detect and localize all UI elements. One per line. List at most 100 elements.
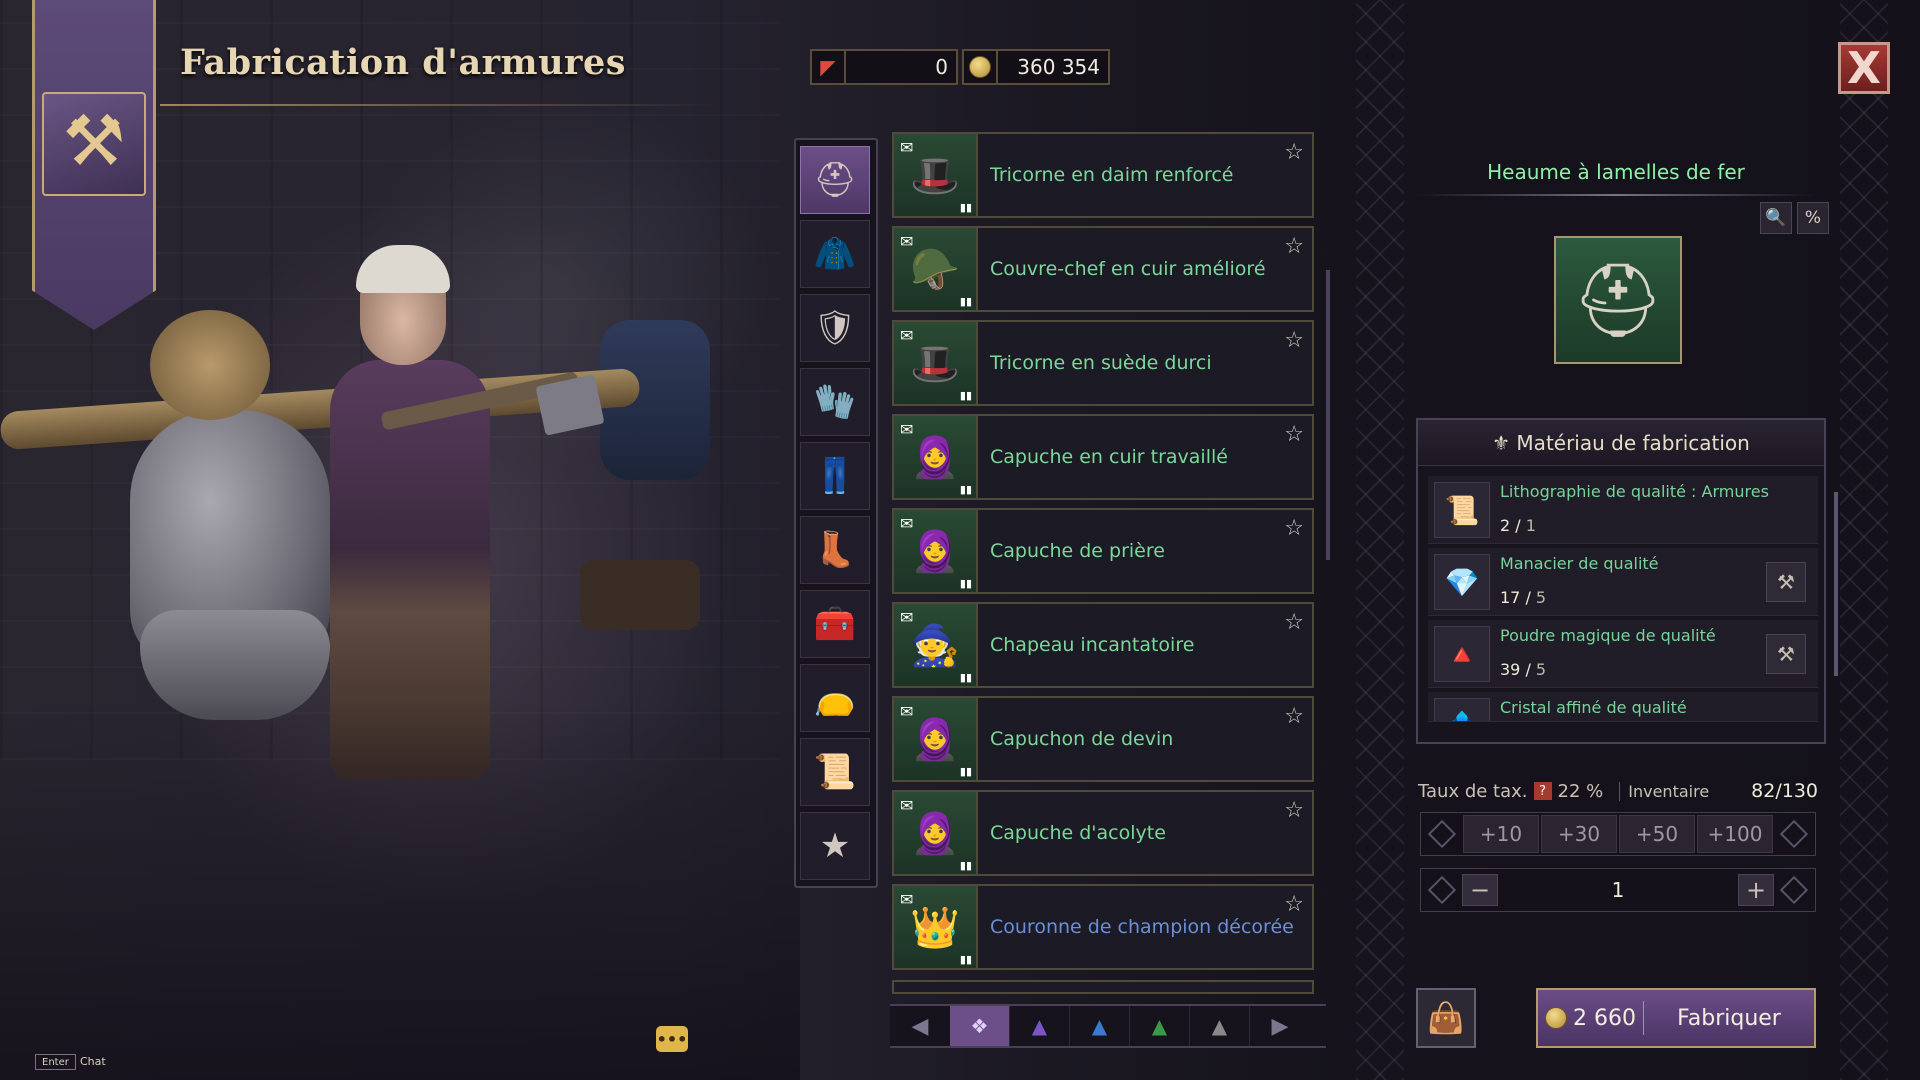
grade-filter-2[interactable]: ▲ <box>1070 1006 1130 1046</box>
recipe-name: Couvre-chef en cuir amélioré <box>990 258 1266 280</box>
crossed-tools-icon: ⚒ <box>62 100 126 182</box>
headgear-icon: 🪖 <box>910 246 960 293</box>
red-currency-value: 0 <box>935 55 948 79</box>
material-row[interactable]: 💠 Cristal affiné de qualité <box>1428 692 1818 722</box>
headgear-icon: 🎩 <box>910 152 960 199</box>
favorite-star-icon[interactable]: ☆ <box>1284 798 1304 823</box>
craft-material-hammer-icon[interactable]: ⚒ <box>1766 634 1806 674</box>
recipe-thumbnail: ✉ 🪖 ▮▮ <box>894 228 978 310</box>
material-glyph: 🔺 <box>1444 637 1480 671</box>
recipe-book-icon: ✉ <box>900 138 914 157</box>
material-name: Manacier de qualité <box>1500 554 1659 573</box>
favorite-star-icon[interactable]: ☆ <box>1284 140 1304 165</box>
category-tab-pants[interactable]: 👖 <box>800 442 870 510</box>
favorite-star-icon[interactable]: ☆ <box>1284 234 1304 259</box>
recipe-item[interactable]: ✉ 🧕 ▮▮ Capuche de prière ☆ <box>892 508 1314 594</box>
material-row[interactable]: 📜 Lithographie de qualité : Armures 2 / 1 <box>1428 476 1818 544</box>
favorite-star-icon[interactable]: ☆ <box>1284 610 1304 635</box>
material-row[interactable]: 💎 Manacier de qualité 17 / 5 ⚒ <box>1428 548 1818 616</box>
favorite-star-icon[interactable]: ☆ <box>1284 516 1304 541</box>
recipe-list-scrollbar[interactable] <box>1326 270 1330 560</box>
material-bag-button[interactable]: 👜 <box>1416 988 1476 1048</box>
quantity-increase-button[interactable]: + <box>1738 874 1774 906</box>
pouch-icon: 👝 <box>813 678 857 718</box>
favorite-star-icon[interactable]: ☆ <box>1284 892 1304 917</box>
favorite-star-icon[interactable]: ☆ <box>1284 422 1304 447</box>
recipe-book-icon: ✉ <box>900 326 914 345</box>
quantity-preset-button[interactable]: +100 <box>1697 815 1773 853</box>
recipe-item[interactable]: ✉ 🧙 ▮▮ Chapeau incantatoire ☆ <box>892 602 1314 688</box>
chest-armor-icon: 🛡 <box>813 308 857 348</box>
category-tab-pouch[interactable]: 👝 <box>800 664 870 732</box>
materials-scrollbar[interactable] <box>1834 492 1838 676</box>
category-tab-chest-armor[interactable]: 🛡 <box>800 294 870 362</box>
recipe-item[interactable]: ✉ 🪖 ▮▮ Couvre-chef en cuir amélioré ☆ <box>892 226 1314 312</box>
grade-filter-1[interactable]: ▲ <box>1010 1006 1070 1046</box>
material-need: 5 <box>1535 588 1547 607</box>
grade-filter-3[interactable]: ▲ <box>1130 1006 1190 1046</box>
category-tab-chest-box[interactable]: 🧰 <box>800 590 870 658</box>
chat-bubble-icon[interactable]: ••• <box>656 1026 688 1052</box>
recipe-book-icon: ✉ <box>900 514 914 533</box>
boots-display <box>580 560 700 630</box>
favorite-star-icon[interactable]: ☆ <box>1284 704 1304 729</box>
craft-material-hammer-icon[interactable]: ⚒ <box>1766 562 1806 602</box>
grade-next-arrow[interactable]: ▶ <box>1250 1006 1310 1046</box>
category-tab-cloak[interactable]: 🧥 <box>800 220 870 288</box>
quantity-value[interactable]: 1 <box>1498 878 1738 902</box>
category-tab-boots[interactable]: 👢 <box>800 516 870 584</box>
material-glyph: 📜 <box>1444 493 1480 527</box>
quantity-preset-button[interactable]: +10 <box>1463 815 1539 853</box>
selected-item-name: Heaume à lamelles de fer <box>1487 160 1745 184</box>
category-tab-scroll[interactable]: 📜 <box>800 738 870 806</box>
recipe-item[interactable]: ✉ 🧕 ▮▮ Capuche en cuir travaillé ☆ <box>892 414 1314 500</box>
favorite-star-icon[interactable]: ☆ <box>1284 328 1304 353</box>
quantity-stepper: − 1 + <box>1420 868 1816 912</box>
quantity-decrease-button[interactable]: − <box>1462 874 1498 906</box>
material-quantity: 39 / 5 <box>1500 660 1547 679</box>
quantity-preset-bar: +10 +30 +50 +100 <box>1420 812 1816 856</box>
recipe-item-partial[interactable] <box>892 980 1314 994</box>
gold-currency-value: 360 354 <box>1017 55 1100 79</box>
material-have: 39 <box>1500 660 1521 679</box>
tax-help-icon[interactable]: ? <box>1533 782 1552 800</box>
search-icon[interactable]: 🔍 <box>1760 202 1792 234</box>
recipe-name: Chapeau incantatoire <box>990 634 1195 656</box>
recipe-book-icon: ✉ <box>900 232 914 251</box>
headgear-icon: 🧕 <box>910 528 960 575</box>
recipe-count-icon: ▮▮ <box>959 953 972 966</box>
category-tab-gloves[interactable]: 🧤 <box>800 368 870 436</box>
recipe-item[interactable]: ✉ 🧕 ▮▮ Capuchon de devin ☆ <box>892 696 1314 782</box>
recipe-item[interactable]: ✉ 🎩 ▮▮ Tricorne en suède durci ☆ <box>892 320 1314 406</box>
enter-key-hint: Enter <box>35 1054 76 1070</box>
cloak-icon: 🧥 <box>813 234 857 274</box>
selected-item-thumbnail: ⛑ <box>1554 236 1682 364</box>
quantity-preset-button[interactable]: +50 <box>1619 815 1695 853</box>
category-tab-favorite-star[interactable]: ★ <box>800 812 870 880</box>
recipe-item[interactable]: ✉ 🧕 ▮▮ Capuche d'acolyte ☆ <box>892 790 1314 876</box>
quantity-preset-button[interactable]: +30 <box>1541 815 1617 853</box>
recipe-item[interactable]: ✉ 👑 ▮▮ Couronne de champion décorée ☆ <box>892 884 1314 970</box>
material-row[interactable]: 🔺 Poudre magique de qualité 39 / 5 ⚒ <box>1428 620 1818 688</box>
pants-icon: 👖 <box>813 456 857 496</box>
recipe-item[interactable]: ✉ 🎩 ▮▮ Tricorne en daim renforcé ☆ <box>892 132 1314 218</box>
material-have: 2 <box>1500 516 1511 535</box>
close-button[interactable]: X <box>1838 42 1890 94</box>
grade-filter-all[interactable]: ❖ <box>950 1006 1010 1046</box>
recipe-name: Tricorne en daim renforcé <box>990 164 1234 186</box>
category-tab-helmet[interactable]: ⛑ <box>800 146 870 214</box>
recipe-book-icon: ✉ <box>900 608 914 627</box>
material-name: Lithographie de qualité : Armures <box>1500 482 1769 501</box>
grade-filter-4[interactable]: ▲ <box>1190 1006 1250 1046</box>
recipe-count-icon: ▮▮ <box>959 483 972 496</box>
craft-button[interactable]: 2 660 Fabriquer <box>1536 988 1816 1048</box>
recipe-thumbnail: ✉ 🎩 ▮▮ <box>894 134 978 216</box>
chat-label[interactable]: Chat <box>80 1055 106 1068</box>
grade-prev-arrow[interactable]: ◀ <box>890 1006 950 1046</box>
recipe-count-icon: ▮▮ <box>959 295 972 308</box>
percent-icon[interactable]: % <box>1797 202 1829 234</box>
headgear-icon: 🧕 <box>910 810 960 857</box>
material-glyph: 💠 <box>1445 710 1480 722</box>
material-quantity: 2 / 1 <box>1500 516 1536 535</box>
recipe-name: Tricorne en suède durci <box>990 352 1212 374</box>
